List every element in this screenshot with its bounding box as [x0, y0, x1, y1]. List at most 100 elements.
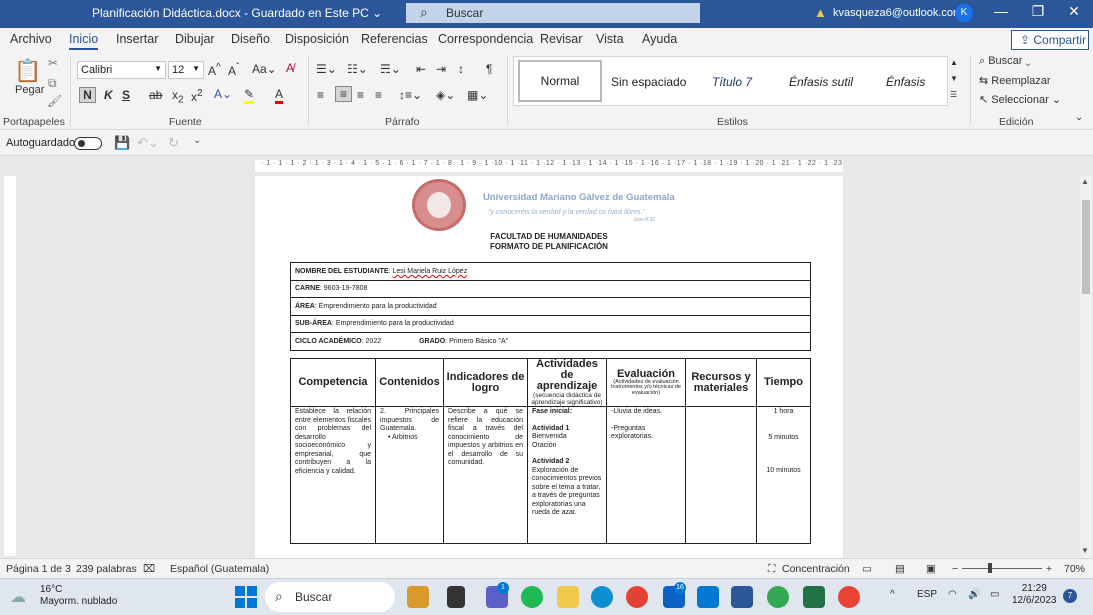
header-contenidos[interactable]: Contenidos: [375, 358, 444, 407]
multilevel-list-icon[interactable]: ☴⌄: [380, 62, 401, 76]
zoom-slider[interactable]: [962, 563, 1042, 573]
scroll-up-icon[interactable]: ▲: [1081, 177, 1089, 186]
font-size-select[interactable]: 12 ▼: [168, 61, 204, 79]
scroll-down-icon[interactable]: ▼: [1081, 546, 1089, 555]
document-page[interactable]: Universidad Mariano Gálvez de Guatemala …: [255, 176, 843, 558]
zoom-out-icon[interactable]: −: [952, 563, 958, 575]
cell-contenidos[interactable]: 2. Principales impuestos de Guatemala. • …: [375, 406, 444, 544]
web-layout-icon[interactable]: ▣: [926, 563, 936, 575]
header-actividades[interactable]: Actividades de aprendizaje (secuencia did…: [527, 358, 607, 407]
table-cell[interactable]: ÁREA: Emprendimiento para la productivid…: [290, 297, 811, 316]
align-left-icon[interactable]: ≡: [317, 88, 324, 102]
task-view-icon[interactable]: [447, 586, 465, 608]
paste-button[interactable]: Pegar: [15, 84, 44, 96]
increase-indent-icon[interactable]: ⇥: [436, 62, 446, 76]
styles-more-icon[interactable]: ☰: [950, 90, 957, 99]
file-explorer-icon[interactable]: [557, 586, 579, 608]
pilcrow-icon[interactable]: ¶: [486, 62, 492, 76]
zoom-in-icon[interactable]: +: [1046, 563, 1052, 575]
minimize-icon[interactable]: —: [991, 3, 1011, 19]
bullets-icon[interactable]: ☰⌄: [316, 62, 337, 76]
text-effects-icon[interactable]: A⌄: [214, 87, 232, 101]
table-cell[interactable]: CICLO ACADÉMICO: 2022 GRADO: Primero Bási…: [290, 332, 811, 351]
tab-insertar[interactable]: Insertar: [116, 32, 158, 46]
word-icon[interactable]: [731, 586, 753, 608]
cell-tiempo[interactable]: 1 hora 5 minutos 10 minutos: [756, 406, 811, 544]
tab-correspondencia[interactable]: Correspondencia: [438, 32, 533, 46]
cell-competencia[interactable]: Establece la relación entre elementos fi…: [290, 406, 376, 544]
print-layout-icon[interactable]: ▤: [895, 563, 905, 575]
horizontal-ruler[interactable]: · 1 · 1 · 1 · 2 · 1 · 3 · 1 · 4 · 1 · 5 …: [255, 160, 843, 172]
subscript-button[interactable]: x2: [172, 88, 184, 105]
align-center-icon[interactable]: ≡: [335, 86, 352, 102]
start-button[interactable]: [235, 586, 257, 608]
cell-actividades[interactable]: Fase inicial: Actividad 1 Bienvenida Ora…: [527, 406, 607, 544]
style-sin-espaciado[interactable]: Sin espaciado: [611, 75, 686, 89]
cell-indicadores[interactable]: Describe a qué se refiere la educación f…: [443, 406, 528, 544]
styles-scroll-down-icon[interactable]: ▼: [950, 74, 958, 83]
shrink-font-icon[interactable]: Aˇ: [228, 62, 239, 78]
tab-vista[interactable]: Vista: [596, 32, 624, 46]
input-language[interactable]: ESP: [917, 589, 937, 600]
style-enfasis[interactable]: Énfasis: [886, 75, 925, 89]
justify-icon[interactable]: ≡: [375, 88, 382, 102]
app-icon-1[interactable]: [407, 586, 429, 608]
style-enfasis-sutil[interactable]: Énfasis sutil: [789, 75, 853, 89]
battery-icon[interactable]: ▭: [990, 589, 999, 600]
table-cell[interactable]: CARNE: 9603-19-7808: [290, 279, 811, 298]
line-spacing-icon[interactable]: ↕≡⌄: [399, 88, 422, 102]
style-titulo-7[interactable]: Título 7: [712, 75, 752, 89]
numbering-icon[interactable]: ☷⌄: [347, 62, 368, 76]
italic-button[interactable]: K: [104, 88, 113, 102]
font-color-icon[interactable]: A: [275, 87, 284, 104]
save-icon[interactable]: 💾: [114, 135, 130, 151]
cut-icon[interactable]: ✂: [48, 56, 58, 70]
highlight-icon[interactable]: ✎: [244, 87, 255, 104]
weather-widget[interactable]: 16°C Mayorm. nublado: [40, 584, 117, 608]
page-count[interactable]: Página 1 de 3: [6, 563, 71, 575]
tab-revisar[interactable]: Revisar: [540, 32, 582, 46]
restore-icon[interactable]: ❐: [1028, 3, 1048, 20]
sort-icon[interactable]: ↕: [458, 62, 464, 76]
font-name-select[interactable]: Calibri ▼: [77, 61, 166, 79]
spotify-icon[interactable]: [521, 586, 543, 608]
tab-ayuda[interactable]: Ayuda: [642, 32, 677, 46]
header-evaluacion[interactable]: Evaluación (Actividades de evaluación Ins…: [606, 358, 686, 407]
document-title[interactable]: Planificación Didáctica.docx - Guardado …: [92, 6, 382, 20]
paste-icon[interactable]: 📋: [14, 58, 41, 84]
autosave-toggle[interactable]: [74, 137, 102, 150]
notification-center-badge[interactable]: 7: [1063, 589, 1077, 603]
close-icon[interactable]: ✕: [1064, 3, 1084, 20]
styles-scroll-up-icon[interactable]: ▲: [950, 58, 958, 67]
change-case-icon[interactable]: Aa⌄: [252, 62, 277, 76]
underline-button[interactable]: S: [122, 88, 130, 102]
avatar[interactable]: K: [955, 4, 973, 22]
header-tiempo[interactable]: Tiempo: [756, 358, 811, 407]
wifi-icon[interactable]: ◠: [948, 589, 957, 600]
edge-icon[interactable]: [591, 586, 613, 608]
clear-format-icon[interactable]: A̸: [286, 61, 294, 75]
weather-icon[interactable]: ☁: [10, 587, 26, 607]
grow-font-icon[interactable]: A^: [208, 62, 221, 78]
collapse-ribbon-icon[interactable]: ⌄: [1075, 112, 1083, 123]
word-count[interactable]: 239 palabras: [76, 563, 137, 575]
table-cell[interactable]: NOMBRE DEL ESTUDIANTE: Lesi Mariela Ruiz…: [290, 262, 811, 281]
tab-diseno[interactable]: Diseño: [231, 32, 270, 46]
chrome-profile-icon[interactable]: [767, 586, 789, 608]
excel-icon[interactable]: [803, 586, 825, 608]
strikethrough-button[interactable]: ab: [149, 88, 162, 102]
chrome-icon[interactable]: [626, 586, 648, 608]
header-indicadores[interactable]: Indicadores de logro: [443, 358, 528, 407]
style-normal[interactable]: Normal: [518, 60, 602, 102]
proofing-icon[interactable]: ⌧: [143, 563, 155, 575]
superscript-button[interactable]: x2: [191, 88, 203, 104]
table-cell[interactable]: SUB-ÁREA: Emprendimiento para la product…: [290, 314, 811, 333]
focus-mode-label[interactable]: Concentración: [782, 563, 850, 575]
tab-disposicion[interactable]: Disposición: [285, 32, 349, 46]
tab-dibujar[interactable]: Dibujar: [175, 32, 215, 46]
borders-icon[interactable]: ▦⌄: [467, 88, 488, 102]
customize-qat-icon[interactable]: ⌄: [193, 135, 201, 146]
vertical-scrollbar[interactable]: ▲ ▼: [1080, 176, 1092, 558]
tab-archivo[interactable]: Archivo: [10, 32, 52, 46]
cell-evaluacion[interactable]: -Lluvia de ideas. -Preguntas exploratori…: [606, 406, 686, 544]
